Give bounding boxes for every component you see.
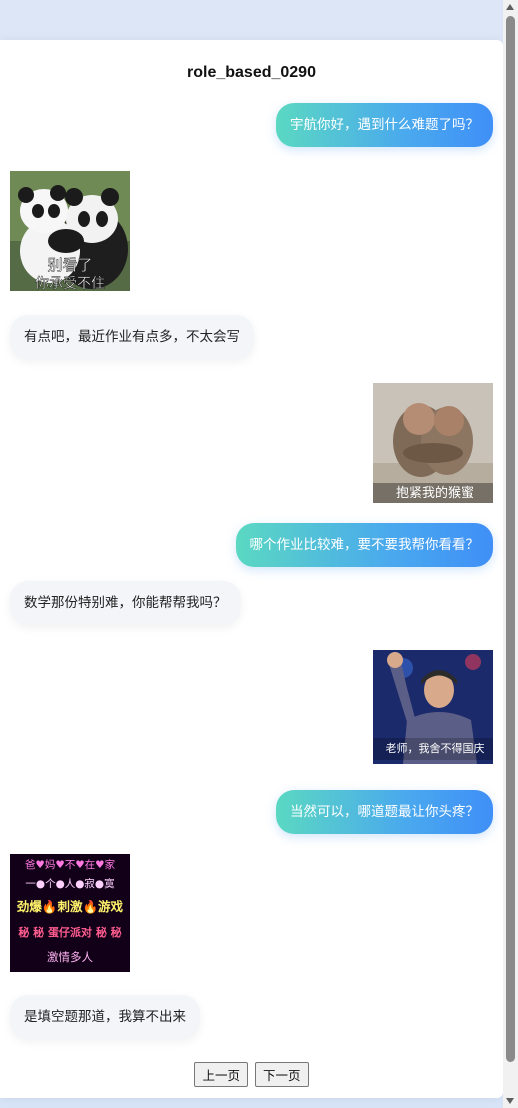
sticker-line-5: 激情多人 bbox=[47, 950, 93, 964]
scrollbar[interactable] bbox=[503, 0, 518, 1108]
pagination: 上一页 下一页 bbox=[0, 1062, 503, 1087]
sticker-caption: 老师，我舍不得国庆 bbox=[386, 741, 485, 755]
scrollbar-thumb[interactable] bbox=[506, 16, 515, 1062]
message-bubble-sent: 当然可以，哪道题最让你头疼？ bbox=[276, 790, 493, 834]
sticker-image-monkeys: 抱紧我的猴蜜 bbox=[373, 383, 493, 503]
sticker-caption-line-1: 别看了 bbox=[47, 256, 92, 274]
sticker-caption: 抱紧我的猴蜜 bbox=[396, 485, 474, 501]
scroll-down-icon[interactable] bbox=[506, 1098, 514, 1104]
sticker-image-waving-host: 老师，我舍不得国庆 bbox=[373, 650, 493, 764]
sticker-line-1: 爸♥妈♥不♥在♥家 bbox=[25, 858, 116, 871]
sticker-line-4: 秘 秘 蛋仔派对 秘 秘 bbox=[18, 925, 121, 939]
sticker-line-3: 劲爆🔥刺激🔥游戏 bbox=[16, 899, 124, 914]
next-page-button[interactable]: 下一页 bbox=[255, 1062, 309, 1087]
sticker-line-2: 一●个●人●寂●寞 bbox=[25, 877, 115, 890]
message-bubble-sent: 宇航你好，遇到什么难题了吗？ bbox=[276, 103, 493, 147]
message-bubble-received: 数学那份特别难，你能帮帮我吗？ bbox=[10, 581, 241, 625]
sticker-image-neon-party: 爸♥妈♥不♥在♥家 一●个●人●寂●寞 劲爆🔥刺激🔥游戏 秘 秘 蛋仔派对 秘 … bbox=[10, 854, 130, 972]
page: role_based_0290 宇航你好，遇到什么难题了吗？ 别看了 你承受不住… bbox=[0, 0, 518, 1108]
page-title: role_based_0290 bbox=[187, 64, 316, 81]
scroll-up-icon[interactable] bbox=[506, 4, 514, 10]
message-bubble-received: 是填空题那道，我算不出来 bbox=[10, 995, 200, 1039]
message-bubble-received: 有点吧，最近作业有点多，不太会写 bbox=[10, 315, 254, 359]
chat-card: role_based_0290 宇航你好，遇到什么难题了吗？ 别看了 你承受不住… bbox=[0, 40, 503, 1098]
message-bubble-sent: 哪个作业比较难，要不要我帮你看看？ bbox=[235, 523, 493, 567]
sticker-image-panda: 别看了 你承受不住 bbox=[10, 171, 130, 291]
sticker-caption-line-2: 你承受不住 bbox=[35, 276, 105, 291]
prev-page-button[interactable]: 上一页 bbox=[194, 1062, 248, 1087]
